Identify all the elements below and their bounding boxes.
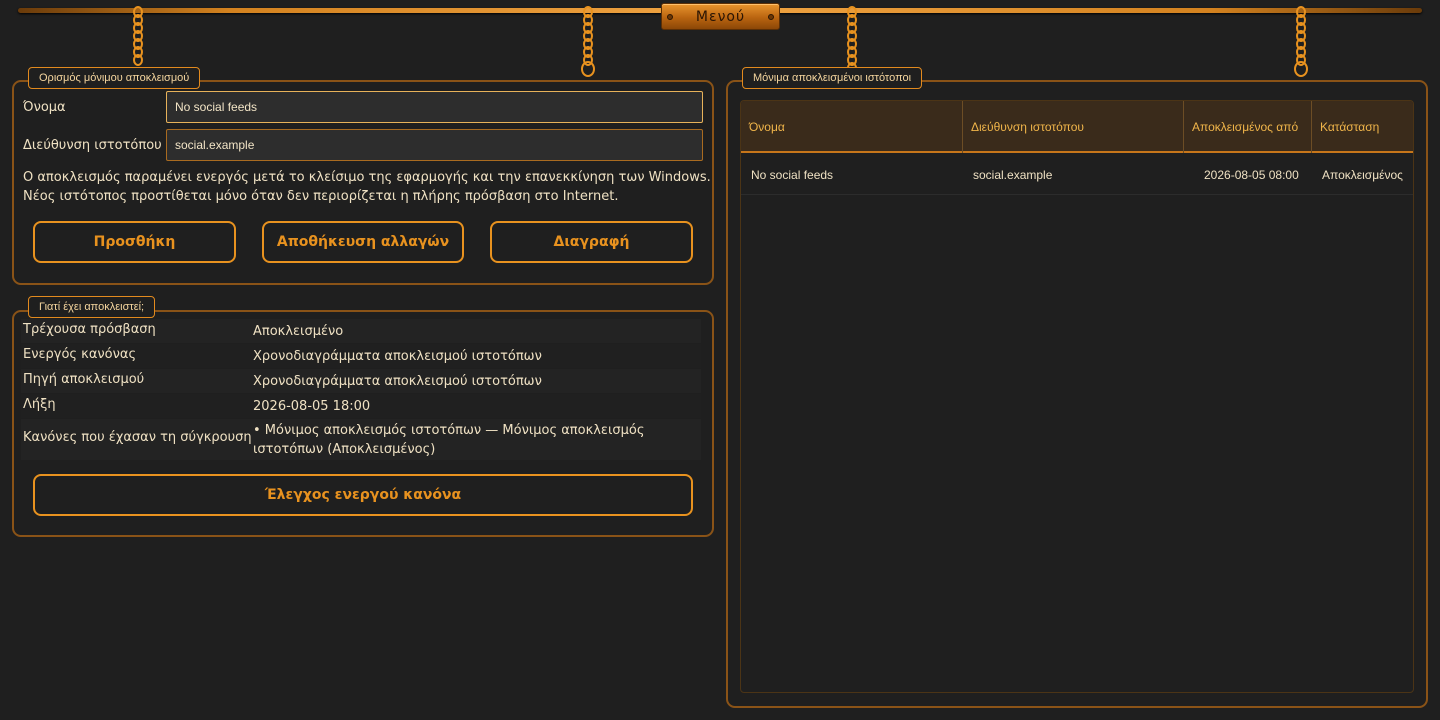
app-window: Μενού Ορισμός μόνιμου αποκλεισμού Όνομα …: [0, 0, 1440, 720]
column-header-blocked-from[interactable]: Αποκλεισμένος από: [1184, 101, 1312, 153]
menu-button[interactable]: Μενού: [661, 3, 780, 30]
why-value: Χρονοδιαγράμματα αποκλεισμού ιστοτόπων: [253, 349, 542, 364]
info-line-1: Ο αποκλεισμός παραμένει ενεργός μετά το …: [23, 170, 711, 185]
why-row-lost-rules: Κανόνες που έχασαν τη σύγκρουση • Μόνιμο…: [21, 419, 701, 460]
name-label: Όνομα: [23, 100, 66, 115]
table-row[interactable]: No social feeds social.example 2026-08-0…: [741, 155, 1413, 195]
why-row-active-rule: Ενεργός κανόνας Χρονοδιαγράμματα αποκλει…: [21, 344, 701, 368]
address-input[interactable]: [166, 129, 703, 161]
add-button[interactable]: Προσθήκη: [33, 221, 236, 263]
rivet-icon: [667, 14, 673, 20]
why-key: Τρέχουσα πρόσβαση: [23, 322, 156, 337]
table-header: Όνομα Διεύθυνση ιστοτόπου Αποκλεισμένος …: [741, 101, 1413, 153]
cell-blocked-from: 2026-08-05 08:00: [1204, 168, 1299, 182]
rivet-icon: [768, 14, 774, 20]
column-header-status[interactable]: Κατάσταση: [1312, 101, 1413, 153]
chain-ornament: [581, 6, 595, 77]
delete-button[interactable]: Διαγραφή: [490, 221, 693, 263]
why-value: Αποκλεισμένο: [253, 324, 344, 339]
blocked-sites-legend: Μόνιμα αποκλεισμένοι ιστότοποι: [742, 67, 923, 89]
column-header-address[interactable]: Διεύθυνση ιστοτόπου: [963, 101, 1184, 153]
why-value: 2026-08-05 18:00: [253, 399, 371, 414]
cell-status: Αποκλεισμένος: [1322, 168, 1403, 182]
check-active-rule-button[interactable]: Έλεγχος ενεργού κανόνα: [33, 474, 693, 516]
chain-ornament: [1294, 6, 1308, 77]
why-key: Λήξη: [23, 397, 56, 412]
block-form-legend: Ορισμός μόνιμου αποκλεισμού: [28, 67, 201, 89]
name-input[interactable]: [166, 91, 703, 123]
why-key: Πηγή αποκλεισμού: [23, 372, 145, 387]
why-row-block-source: Πηγή αποκλεισμού Χρονοδιαγράμματα αποκλε…: [21, 369, 701, 393]
why-value-line-2: ιστοτόπων (Αποκλεισμένος): [253, 442, 436, 457]
why-row-expiry: Λήξη 2026-08-05 18:00: [21, 394, 701, 418]
blocked-sites-table: Όνομα Διεύθυνση ιστοτόπου Αποκλεισμένος …: [740, 100, 1414, 693]
why-value-line-1: • Μόνιμος αποκλεισμός ιστοτόπων — Μόνιμο…: [253, 423, 645, 438]
address-label: Διεύθυνση ιστοτόπου: [23, 138, 162, 153]
menu-label: Μενού: [695, 8, 746, 25]
column-header-name[interactable]: Όνομα: [741, 101, 963, 153]
why-key: Κανόνες που έχασαν τη σύγκρουση: [23, 430, 252, 445]
why-blocked-legend: Γιατί έχει αποκλειστεί;: [28, 296, 156, 318]
chain-ornament: [133, 6, 143, 66]
chain-ornament: [847, 6, 857, 74]
why-row-current-access: Τρέχουσα πρόσβαση Αποκλεισμένο: [21, 319, 701, 343]
why-key: Ενεργός κανόνας: [23, 347, 137, 362]
save-changes-button[interactable]: Αποθήκευση αλλαγών: [262, 221, 464, 263]
cell-name: No social feeds: [751, 168, 834, 182]
why-value: Χρονοδιαγράμματα αποκλεισμού ιστοτόπων: [253, 374, 542, 389]
cell-address: social.example: [973, 168, 1053, 182]
info-line-2: Νέος ιστότοπος προστίθεται μόνο όταν δεν…: [23, 189, 619, 204]
